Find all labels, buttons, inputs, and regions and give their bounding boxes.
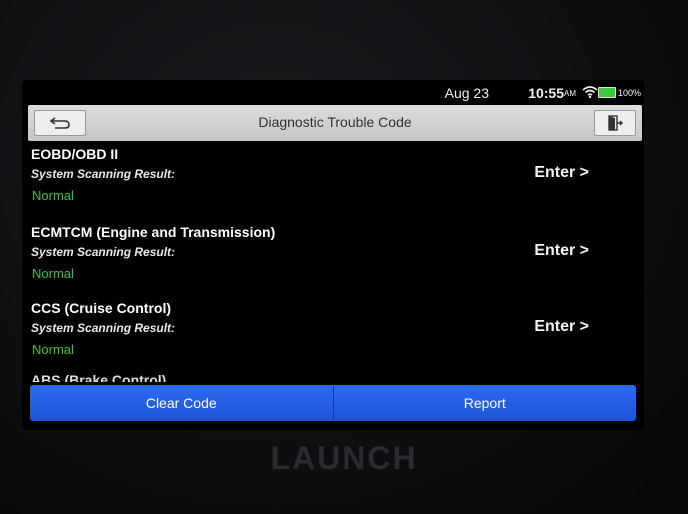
list-item: ECMTCM (Engine and Transmission) System … (22, 220, 644, 296)
list-item: EOBD/OBD II System Scanning Result: Norm… (22, 142, 644, 218)
list-item: CCS (Cruise Control) System Scanning Res… (22, 296, 644, 372)
battery-icon (598, 87, 616, 98)
status-ampm: AM (564, 89, 576, 98)
device-frame: Aug 23 10:55 AM 100% Diagnostic Trouble … (0, 0, 688, 514)
status-date: Aug 23 (444, 85, 489, 101)
partial-list-item[interactable]: ABS (Brake Control) (31, 372, 166, 382)
system-subtitle: System Scanning Result: (31, 167, 176, 181)
enter-button[interactable]: Enter > (534, 242, 589, 260)
clear-code-button[interactable]: Clear Code (30, 385, 334, 421)
system-status: Normal (32, 342, 74, 357)
battery-level: 100% (617, 88, 641, 98)
system-status: Normal (32, 188, 74, 203)
wifi-icon (582, 86, 598, 99)
system-list: EOBD/OBD II System Scanning Result: Norm… (22, 142, 644, 382)
system-name: CCS (Cruise Control) (31, 300, 171, 316)
system-status: Normal (32, 266, 74, 281)
brand-logo: LAUNCH (270, 440, 418, 476)
exit-icon (608, 115, 623, 131)
status-time: 10:55 (528, 85, 564, 101)
report-button[interactable]: Report (333, 385, 636, 421)
exit-button[interactable] (594, 110, 636, 136)
enter-button[interactable]: Enter > (534, 318, 589, 336)
bottom-action-bar: Clear Code Report (30, 385, 636, 421)
status-bar: Aug 23 10:55 AM 100% (22, 80, 644, 106)
screen: Aug 23 10:55 AM 100% Diagnostic Trouble … (22, 80, 644, 430)
page-title: Diagnostic Trouble Code (258, 114, 412, 130)
system-subtitle: System Scanning Result: (31, 321, 176, 335)
system-name: ECMTCM (Engine and Transmission) (31, 224, 276, 240)
system-name: EOBD/OBD II (31, 146, 119, 162)
system-subtitle: System Scanning Result: (31, 245, 176, 259)
enter-button[interactable]: Enter > (534, 164, 589, 182)
title-bar: Diagnostic Trouble Code (28, 105, 642, 141)
